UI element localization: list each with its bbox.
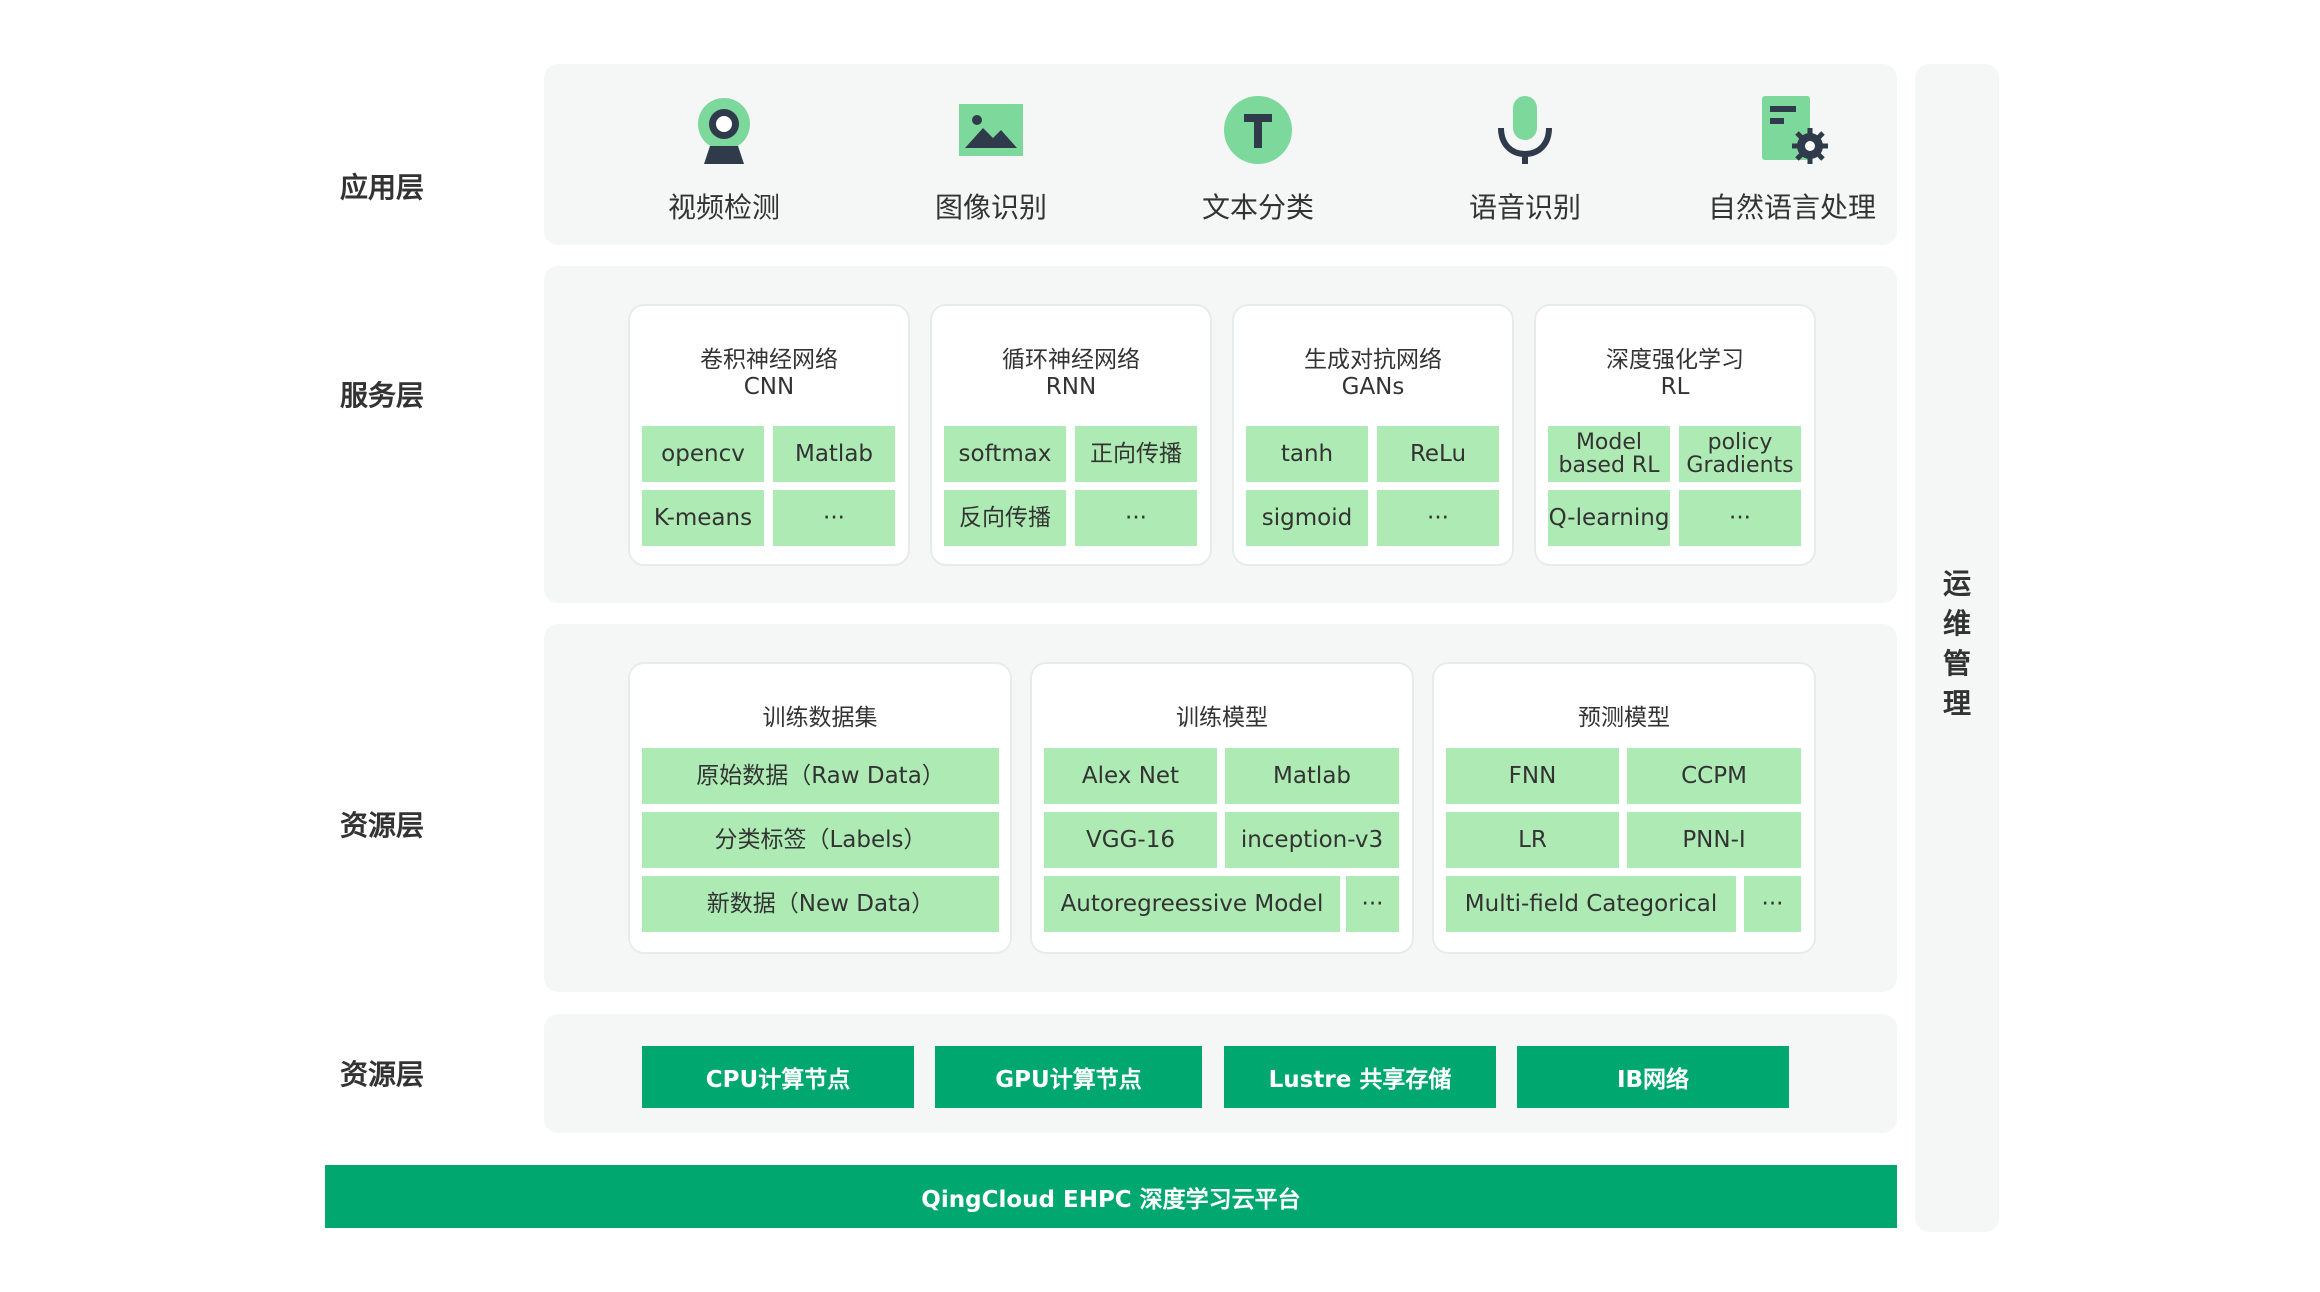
app-label: 图像识别 <box>934 191 1047 224</box>
model-cell[interactable]: Alex Net <box>1044 748 1217 804</box>
method-cell[interactable]: Model based RL <box>1548 426 1670 482</box>
resource-card-prediction-model: 预测模型 FNN CCPM LR PNN-I Multi-field Categ… <box>1432 662 1816 954</box>
operations-panel: 运维管理 <box>1915 64 1999 1232</box>
card-title: 生成对抗网络 <box>1304 347 1442 373</box>
card-title: 卷积神经网络 <box>700 347 838 373</box>
operations-label: 运维管理 <box>1915 564 1999 724</box>
method-cell[interactable]: 反向传播 <box>944 490 1066 546</box>
card-subtitle: GANs <box>1341 374 1405 400</box>
application-panel: 视频检测 图像识别 文本分类 语音识别 自然语言处理 <box>544 64 1897 245</box>
webcam-icon <box>688 94 760 166</box>
dataset-cell[interactable]: 新数据（New Data） <box>642 876 999 932</box>
more-cell[interactable]: ··· <box>1075 490 1197 546</box>
layer-label-application: 应用层 <box>340 171 425 204</box>
model-cell[interactable]: inception-v3 <box>1225 812 1399 868</box>
method-cell[interactable]: sigmoid <box>1246 490 1368 546</box>
method-cell[interactable]: softmax <box>944 426 1066 482</box>
resource-card-training-model: 训练模型 Alex Net Matlab VGG-16 inception-v3… <box>1030 662 1414 954</box>
card-title: 深度强化学习 <box>1606 347 1744 373</box>
microphone-icon <box>1489 94 1561 166</box>
service-card-gans: 生成对抗网络 GANs tanh ReLu sigmoid ··· <box>1232 304 1514 566</box>
service-card-rnn: 循环神经网络 RNN softmax 正向传播 反向传播 ··· <box>930 304 1212 566</box>
model-cell[interactable]: VGG-16 <box>1044 812 1217 868</box>
operations-label-char: 理 <box>1942 687 1971 720</box>
model-cell[interactable]: Autoregreessive Model <box>1044 876 1340 932</box>
card-subtitle: CNN <box>743 374 795 400</box>
dataset-cell[interactable]: 原始数据（Raw Data） <box>642 748 999 804</box>
method-cell[interactable]: opencv <box>642 426 764 482</box>
dataset-cell[interactable]: 分类标签（Labels） <box>642 812 999 868</box>
app-speech-recognition[interactable]: 语音识别 <box>1405 94 1645 226</box>
method-cell[interactable]: Q-learning <box>1548 490 1670 546</box>
method-cell[interactable]: ReLu <box>1377 426 1499 482</box>
method-cell[interactable]: tanh <box>1246 426 1368 482</box>
ib-network-button[interactable]: IB网络 <box>1517 1046 1789 1108</box>
platform-bar: QingCloud EHPC 深度学习云平台 <box>325 1165 1897 1228</box>
method-cell[interactable]: policy Gradients <box>1679 426 1801 482</box>
more-cell[interactable]: ··· <box>1744 876 1801 932</box>
method-cell[interactable]: Matlab <box>773 426 895 482</box>
service-card-cnn: 卷积神经网络 CNN opencv Matlab K-means ··· <box>628 304 910 566</box>
model-cell[interactable]: CCPM <box>1627 748 1801 804</box>
app-label: 语音识别 <box>1468 191 1581 224</box>
more-cell[interactable]: ··· <box>773 490 895 546</box>
model-cell[interactable]: Multi-field Categorical <box>1446 876 1736 932</box>
layer-label-service: 服务层 <box>340 379 425 412</box>
app-label: 视频检测 <box>667 191 780 224</box>
more-cell[interactable]: ··· <box>1346 876 1399 932</box>
card-title: 训练数据集 <box>762 705 878 731</box>
gpu-node-button[interactable]: GPU计算节点 <box>935 1046 1202 1108</box>
app-image-recognition[interactable]: 图像识别 <box>871 94 1111 226</box>
app-nlp[interactable]: 自然语言处理 <box>1672 94 1912 226</box>
service-card-rl: 深度强化学习 RL Model based RL policy Gradient… <box>1534 304 1816 566</box>
app-label: 自然语言处理 <box>1707 191 1876 224</box>
operations-label-char: 管 <box>1942 647 1971 680</box>
card-title: 训练模型 <box>1176 705 1268 731</box>
more-cell[interactable]: ··· <box>1679 490 1801 546</box>
card-subtitle: RNN <box>1045 374 1097 400</box>
operations-label-char: 运 <box>1942 567 1971 600</box>
card-title: 预测模型 <box>1578 705 1670 731</box>
service-panel: 卷积神经网络 CNN opencv Matlab K-means ··· 循环神… <box>544 266 1897 603</box>
method-cell[interactable]: K-means <box>642 490 764 546</box>
image-icon <box>955 94 1027 166</box>
document-gear-icon <box>1756 94 1828 166</box>
operations-label-char: 维 <box>1942 607 1971 640</box>
layer-label-infrastructure: 资源层 <box>340 1058 425 1091</box>
model-cell[interactable]: LR <box>1446 812 1619 868</box>
cpu-node-button[interactable]: CPU计算节点 <box>642 1046 914 1108</box>
app-text-classification[interactable]: 文本分类 <box>1138 94 1378 226</box>
card-subtitle: RL <box>1660 374 1690 400</box>
text-icon <box>1222 94 1294 166</box>
app-label: 文本分类 <box>1201 191 1314 224</box>
more-cell[interactable]: ··· <box>1377 490 1499 546</box>
model-cell[interactable]: PNN-I <box>1627 812 1801 868</box>
method-cell[interactable]: 正向传播 <box>1075 426 1197 482</box>
app-video-detection[interactable]: 视频检测 <box>604 94 844 226</box>
lustre-storage-button[interactable]: Lustre 共享存储 <box>1224 1046 1496 1108</box>
layer-label-resource: 资源层 <box>340 809 425 842</box>
resource-card-dataset: 训练数据集 原始数据（Raw Data） 分类标签（Labels） 新数据（Ne… <box>628 662 1012 954</box>
resource-panel: 训练数据集 原始数据（Raw Data） 分类标签（Labels） 新数据（Ne… <box>544 624 1897 992</box>
card-title: 循环神经网络 <box>1002 347 1140 373</box>
model-cell[interactable]: Matlab <box>1225 748 1399 804</box>
model-cell[interactable]: FNN <box>1446 748 1619 804</box>
